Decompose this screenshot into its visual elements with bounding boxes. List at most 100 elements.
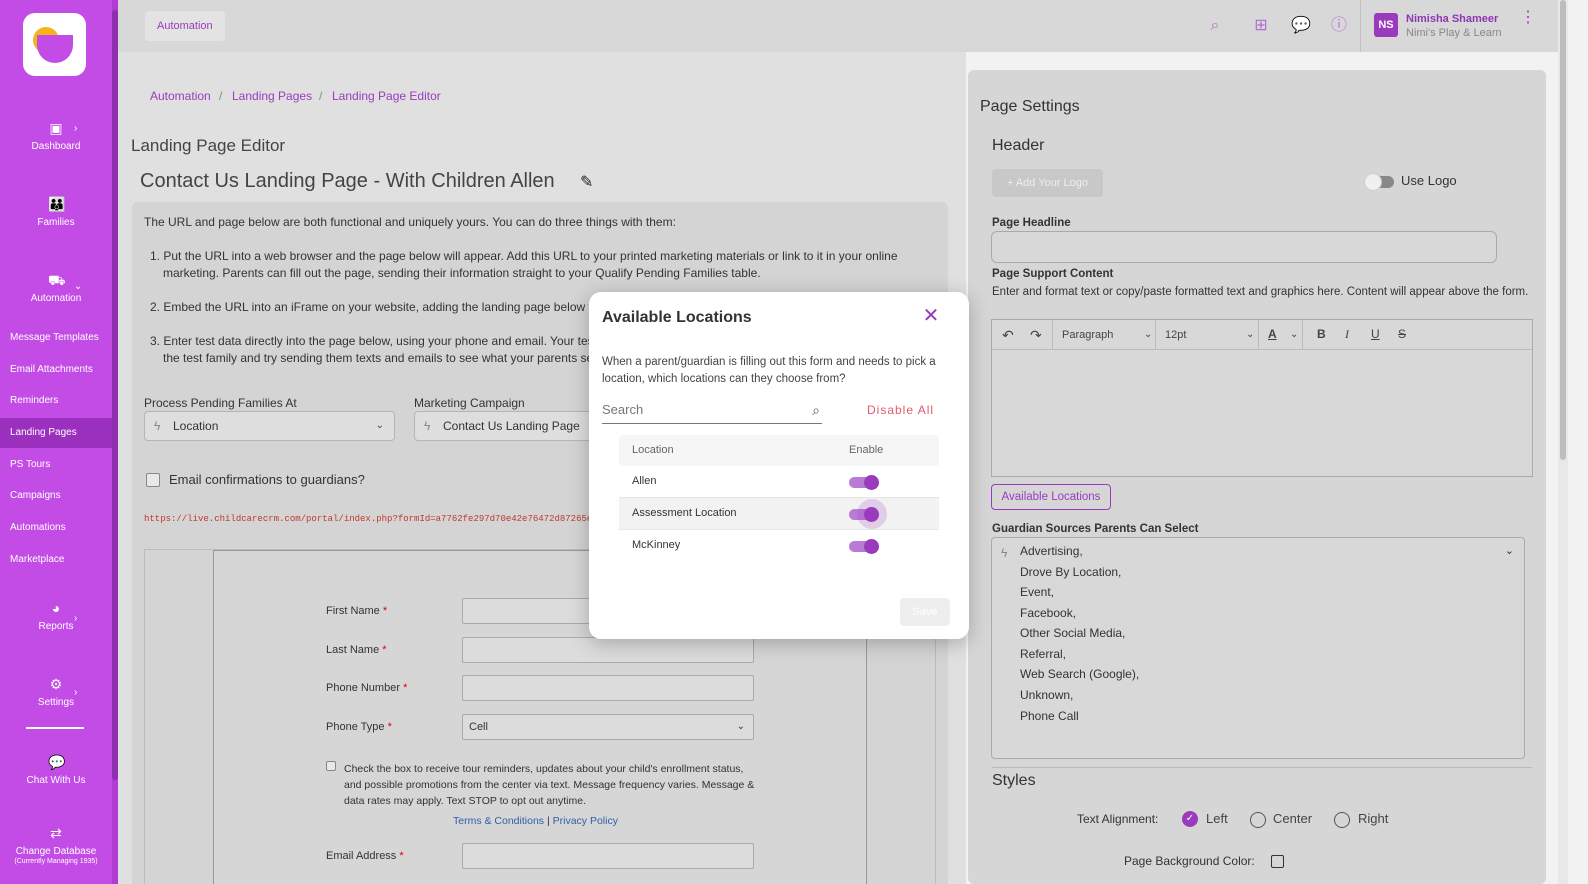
chevron-down-icon: ⌄	[375, 420, 384, 431]
available-locations-button[interactable]: Available Locations	[991, 484, 1111, 510]
enable-toggle[interactable]	[849, 499, 887, 529]
source-item: Advertising,	[1020, 544, 1083, 558]
redo-icon[interactable]: ↷	[1030, 327, 1042, 344]
italic-button[interactable]: I	[1345, 327, 1349, 342]
font-size-select[interactable]: 12pt	[1165, 329, 1186, 341]
phone-type-select[interactable]: Cell ⌄	[462, 714, 754, 740]
sidebar-item-landing-pages[interactable]: Landing Pages	[0, 418, 112, 448]
sms-consent-checkbox[interactable]	[326, 761, 336, 771]
table-header: Location Enable	[619, 435, 939, 466]
page-scroll-thumb[interactable]	[1560, 0, 1566, 460]
chevron-down-icon[interactable]: ⌄	[1246, 329, 1254, 340]
sidebar-item-campaigns[interactable]: Campaigns	[0, 481, 112, 511]
block-format-select[interactable]: Paragraph	[1062, 329, 1113, 341]
page-support-help: Enter and format text or copy/paste form…	[992, 286, 1529, 298]
nav-automation[interactable]: ⛟ ⌄ Automation	[0, 273, 112, 304]
first-name-input[interactable]	[462, 598, 592, 624]
align-center-label: Center	[1273, 811, 1313, 826]
nav-reports[interactable]: ◕ › Reports	[0, 601, 112, 632]
automation-icon: ⛟	[48, 272, 66, 288]
sidebar-item-ps-tours[interactable]: PS Tours	[0, 450, 112, 480]
save-button[interactable]: Save	[900, 598, 950, 626]
sidebar-item-marketplace[interactable]: Marketplace	[0, 545, 112, 575]
sidebar-item-automations[interactable]: Automations	[0, 513, 112, 543]
bolt-icon: ϟ	[154, 419, 161, 433]
page-headline-input[interactable]	[991, 231, 1497, 263]
strikethrough-button[interactable]: S	[1398, 327, 1406, 341]
process-label: Process Pending Families At	[144, 396, 297, 410]
align-left-radio[interactable]: ✓	[1182, 811, 1198, 827]
underline-button[interactable]: U	[1371, 327, 1380, 341]
breadcrumb-automation[interactable]: Automation	[150, 89, 211, 103]
search-placeholder: Search	[602, 402, 644, 417]
breadcrumb-landing-pages[interactable]: Landing Pages	[232, 89, 312, 103]
text-color-button[interactable]: A	[1268, 327, 1277, 341]
disable-all-button[interactable]: Disable All	[867, 403, 934, 417]
email-confirm-checkbox[interactable]	[146, 473, 160, 487]
chevron-down-icon[interactable]: ⌄	[1144, 329, 1152, 340]
toolbar-separator	[1155, 320, 1156, 350]
nav-change-database[interactable]: ⇄ Change Database (Currently Managing 19…	[0, 826, 112, 865]
process-value: Location	[173, 419, 219, 433]
source-item: Other Social Media,	[1020, 626, 1126, 640]
landing-page-url[interactable]: https://live.childcarecrm.com/portal/ind…	[144, 514, 594, 524]
bg-color-swatch[interactable]	[1271, 855, 1284, 868]
modal-title: Available Locations	[602, 309, 752, 326]
topbar-section-chip[interactable]: Automation	[145, 11, 225, 41]
page-scrollbar[interactable]	[1558, 0, 1568, 884]
nav-dashboard[interactable]: ▣ › Dashboard	[0, 121, 112, 152]
use-logo-toggle[interactable]	[1364, 173, 1394, 191]
app-logo[interactable]	[23, 13, 86, 76]
email-input[interactable]	[462, 843, 754, 869]
toolbar-separator	[1302, 320, 1303, 350]
enable-toggle[interactable]	[849, 475, 879, 490]
location-name: Allen	[632, 475, 657, 487]
location-name: Assessment Location	[632, 507, 737, 519]
terms-link[interactable]: Terms & Conditions	[453, 815, 544, 827]
breadcrumb-landing-page-editor[interactable]: Landing Page Editor	[332, 89, 441, 103]
toggle-knob	[864, 539, 879, 554]
nav-settings[interactable]: ⚙ › Settings	[0, 677, 112, 708]
table-row: Allen	[619, 466, 939, 498]
chevron-down-icon[interactable]: ⌄	[1290, 329, 1298, 340]
add-logo-button[interactable]: + Add Your Logo	[992, 169, 1103, 197]
last-name-input[interactable]	[462, 637, 754, 663]
close-icon[interactable]: ✕	[921, 306, 941, 326]
guardian-sources-select[interactable]: ϟ ⌄ Advertising, Drove By Location, Even…	[991, 537, 1525, 759]
bold-button[interactable]: B	[1317, 327, 1326, 341]
page-support-label: Page Support Content	[992, 268, 1114, 280]
bolt-icon: ϟ	[424, 419, 431, 433]
avatar[interactable]: NS	[1374, 13, 1398, 37]
header-heading: Header	[992, 137, 1045, 154]
last-name-label: Last Name *	[326, 644, 387, 656]
search-icon[interactable]: ⌕	[1205, 16, 1225, 36]
process-select[interactable]: ϟ Location ⌄	[144, 411, 395, 441]
align-right-radio[interactable]	[1334, 812, 1350, 828]
enable-toggle[interactable]	[849, 539, 879, 554]
sidebar-item-reminders[interactable]: Reminders	[0, 386, 112, 416]
info-icon[interactable]: ⓘ	[1329, 16, 1349, 36]
align-center-radio[interactable]	[1250, 812, 1266, 828]
messages-icon[interactable]: 💬	[1291, 16, 1311, 36]
edit-pencil-icon[interactable]: ✎	[580, 172, 598, 191]
chevron-right-icon: ›	[74, 123, 78, 134]
campaign-select[interactable]: ϟ Contact Us Landing Page	[414, 411, 594, 441]
nav-chat-with-us[interactable]: 💬 Chat With Us	[0, 755, 112, 786]
phone-number-input[interactable]	[462, 675, 754, 701]
sidebar-item-message-templates[interactable]: Message Templates	[0, 323, 112, 353]
rich-text-editor[interactable]: ↶ ↷ Paragraph ⌄ 12pt ⌄ A ⌄ B I U S	[991, 319, 1533, 477]
search-icon[interactable]: ⌕	[812, 396, 820, 424]
undo-icon[interactable]: ↶	[1002, 327, 1014, 344]
add-icon[interactable]: ⊞	[1251, 16, 1271, 36]
sidebar-item-email-attachments[interactable]: Email Attachments	[0, 355, 112, 385]
align-left-label: Left	[1206, 811, 1228, 826]
user-name[interactable]: Nimisha Shameer	[1406, 13, 1498, 25]
location-search-input[interactable]: Search ⌕	[602, 396, 822, 424]
nav-label: Automation	[30, 293, 82, 304]
more-vertical-icon[interactable]: ⋮	[1520, 10, 1536, 26]
privacy-link[interactable]: Privacy Policy	[553, 815, 618, 827]
chevron-right-icon: ›	[74, 613, 78, 624]
table-row: McKinney	[619, 530, 939, 562]
nav-families[interactable]: 👪 Families	[0, 197, 112, 228]
chevron-down-icon[interactable]: ⌄	[1505, 544, 1514, 557]
